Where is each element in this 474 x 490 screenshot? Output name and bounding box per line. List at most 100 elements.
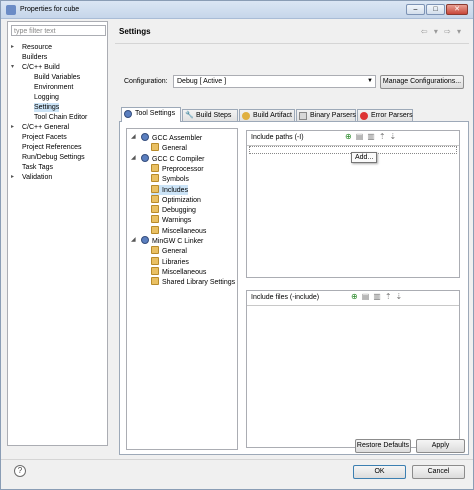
configuration-select[interactable]: Debug [ Active ] ▼ bbox=[173, 75, 376, 88]
nav-item[interactable]: Logging bbox=[34, 93, 59, 102]
expand-chevron-icon[interactable]: ▸ bbox=[11, 173, 14, 180]
minimize-button[interactable]: – bbox=[406, 4, 425, 15]
manage-configurations-button[interactable]: Manage Configurations... bbox=[380, 75, 464, 89]
configuration-value: Debug [ Active ] bbox=[177, 78, 227, 85]
tool-tree-label: Miscellaneous bbox=[162, 227, 207, 235]
nav-item[interactable]: Resource bbox=[22, 43, 52, 52]
tool-tree-label: GCC Assembler bbox=[152, 135, 203, 142]
tool-option[interactable]: Preprocessor bbox=[151, 163, 204, 174]
title-bar: Properties for cube – □ ✕ bbox=[1, 1, 473, 19]
nav-item[interactable]: Build Variables bbox=[34, 73, 80, 82]
tab-tool-settings[interactable]: Tool Settings bbox=[121, 107, 181, 122]
nav-item[interactable]: Environment bbox=[34, 83, 73, 92]
tool-tree-label: Symbols bbox=[162, 176, 189, 184]
tool-tree-label: Shared Library Settings bbox=[162, 279, 236, 287]
tool-option[interactable]: Includes bbox=[151, 184, 189, 195]
tool-option[interactable]: Miscellaneous bbox=[151, 266, 207, 277]
tool-node[interactable]: MinGW C Linker bbox=[141, 236, 203, 246]
header-divider bbox=[115, 43, 469, 44]
help-icon[interactable]: ? bbox=[14, 465, 26, 477]
nav-item[interactable]: Tool Chain Editor bbox=[34, 113, 87, 122]
tool-option[interactable]: Symbols bbox=[151, 174, 189, 184]
nav-item[interactable]: Project References bbox=[22, 143, 82, 152]
tab-label: Binary Parsers bbox=[310, 112, 356, 119]
maximize-button[interactable]: □ bbox=[426, 4, 445, 15]
window-title: Properties for cube bbox=[20, 6, 80, 13]
tool-tree-label: Debugging bbox=[162, 207, 196, 215]
options-icon bbox=[151, 205, 159, 214]
delete-icon[interactable]: ▤ bbox=[356, 132, 364, 141]
add-icon[interactable]: ⊕ bbox=[351, 292, 358, 301]
tool-option[interactable]: Debugging bbox=[151, 205, 196, 215]
nav-item[interactable]: C/C++ General bbox=[22, 123, 69, 132]
add-icon[interactable]: ⊕ bbox=[345, 132, 352, 141]
apply-button[interactable]: Apply bbox=[416, 439, 465, 453]
nav-item[interactable]: Validation bbox=[22, 173, 52, 182]
edit-icon[interactable]: ▥ bbox=[367, 132, 375, 141]
options-icon bbox=[151, 215, 159, 224]
nav-item[interactable]: C/C++ Build bbox=[22, 63, 60, 72]
options-icon bbox=[151, 256, 159, 265]
tool-node[interactable]: GCC C Compiler bbox=[141, 153, 205, 164]
filter-input[interactable]: type filter text bbox=[11, 25, 106, 36]
tool-option[interactable]: Shared Library Settings bbox=[151, 277, 235, 287]
tab-label: Build Artifact bbox=[253, 112, 292, 119]
include-paths-title: Include paths (-I) bbox=[251, 134, 304, 141]
tab-error-parsers[interactable]: Error Parsers bbox=[357, 109, 413, 121]
expand-chevron-icon[interactable]: ▾ bbox=[11, 63, 14, 70]
options-icon bbox=[151, 225, 159, 234]
nav-item[interactable]: Run/Debug Settings bbox=[22, 153, 85, 162]
tab-binary-parsers[interactable]: Binary Parsers bbox=[296, 109, 356, 121]
options-icon bbox=[151, 174, 159, 183]
ok-button[interactable]: OK bbox=[353, 465, 406, 479]
history-nav-icons[interactable]: ⇦ ▾ ⇨ ▾ bbox=[421, 27, 463, 36]
settings-page: Settings ⇦ ▾ ⇨ ▾ Configuration: Debug [ … bbox=[115, 21, 469, 461]
tool-option[interactable]: Optimization bbox=[151, 194, 201, 205]
tool-option[interactable]: Warnings bbox=[151, 215, 191, 225]
move-down-icon[interactable]: ⇣ bbox=[396, 292, 403, 301]
collapse-chevron-icon[interactable]: ◢ bbox=[131, 154, 136, 161]
nav-item[interactable]: Task Tags bbox=[22, 163, 53, 172]
tool-tree-label: GCC C Compiler bbox=[152, 155, 205, 163]
tab-build-artifact[interactable]: Build Artifact bbox=[239, 109, 295, 121]
settings-tabs: Tool Settings 🔧 Build Steps Build Artifac… bbox=[119, 107, 469, 122]
close-window-button[interactable]: ✕ bbox=[446, 4, 468, 15]
include-files-pane: Include files (-include) ⊕ ▤ ▥ ⇡ ⇣ bbox=[246, 290, 460, 448]
tool-option[interactable]: General bbox=[151, 143, 187, 153]
expand-chevron-icon[interactable]: ▸ bbox=[11, 43, 14, 50]
tool-icon bbox=[141, 133, 149, 141]
move-down-icon[interactable]: ⇣ bbox=[390, 132, 397, 141]
move-up-icon[interactable]: ⇡ bbox=[385, 292, 392, 301]
move-up-icon[interactable]: ⇡ bbox=[379, 132, 386, 141]
properties-window: Properties for cube – □ ✕ type filter te… bbox=[0, 0, 474, 490]
delete-icon[interactable]: ▤ bbox=[362, 292, 370, 301]
configuration-label: Configuration: bbox=[124, 78, 168, 85]
page-title: Settings bbox=[119, 27, 151, 36]
nav-item[interactable]: Project Facets bbox=[22, 133, 67, 142]
tool-tree: ◢ GCC Assembler General ◢ GCC C Compiler Prep… bbox=[126, 128, 238, 450]
tool-tree-label: Warnings bbox=[162, 217, 192, 225]
nav-item[interactable]: Settings bbox=[34, 103, 60, 112]
add-tooltip: Add... bbox=[351, 152, 378, 163]
collapse-chevron-icon[interactable]: ◢ bbox=[131, 236, 136, 243]
tool-node[interactable]: GCC Assembler bbox=[141, 133, 202, 143]
tool-tree-label: Miscellaneous bbox=[162, 268, 207, 276]
tool-option[interactable]: Miscellaneous bbox=[151, 225, 207, 236]
cancel-button[interactable]: Cancel bbox=[412, 465, 465, 479]
collapse-chevron-icon[interactable]: ◢ bbox=[131, 133, 136, 140]
tab-build-steps[interactable]: 🔧 Build Steps bbox=[182, 109, 238, 121]
expand-chevron-icon[interactable]: ▸ bbox=[11, 123, 14, 130]
tool-settings-panel: ◢ GCC Assembler General ◢ GCC C Compiler Prep… bbox=[119, 121, 469, 455]
nav-item[interactable]: Builders bbox=[22, 53, 47, 62]
pane-divider bbox=[247, 305, 459, 306]
restore-defaults-button[interactable]: Restore Defaults bbox=[355, 439, 411, 453]
edit-icon[interactable]: ▥ bbox=[373, 292, 381, 301]
options-icon bbox=[151, 184, 159, 193]
tool-option[interactable]: General bbox=[151, 246, 187, 256]
wrench-icon: 🔧 bbox=[185, 112, 194, 119]
tool-option[interactable]: Libraries bbox=[151, 256, 189, 267]
options-icon bbox=[151, 277, 159, 286]
binary-parser-icon bbox=[299, 112, 307, 120]
tab-label: Build Steps bbox=[196, 112, 232, 119]
options-icon bbox=[151, 163, 159, 172]
